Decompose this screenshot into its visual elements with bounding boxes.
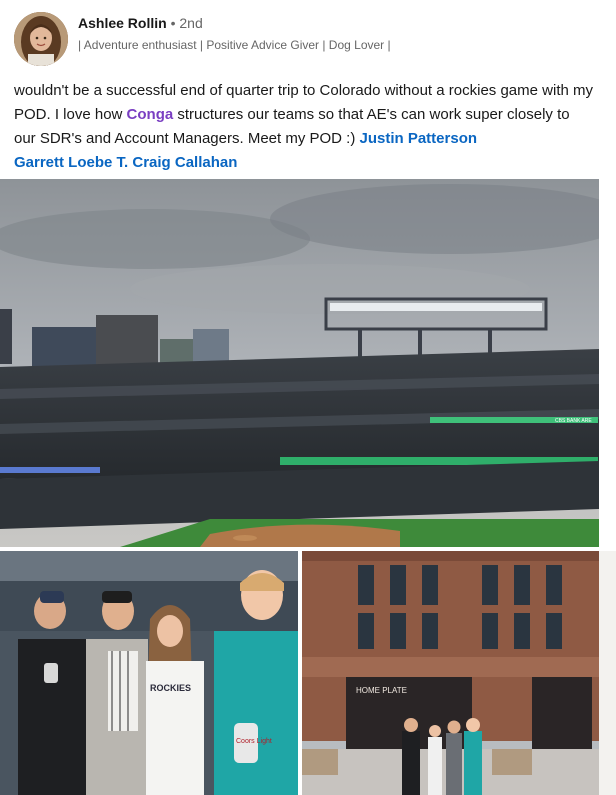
mention-garrett-loebe[interactable]: Garrett Loebe	[14, 154, 112, 171]
stadium-image[interactable]: CBS BANK ARE	[0, 179, 599, 547]
post-header: Ashlee Rollin • 2nd | Adventure enthusia…	[14, 10, 604, 68]
mention-t-craig-callahan[interactable]: T. Craig Callahan	[117, 154, 238, 171]
author-name[interactable]: Ashlee Rollin	[78, 15, 167, 31]
profile-photo-icon	[14, 12, 68, 66]
connection-degree: • 2nd	[170, 15, 203, 31]
ballpark-entrance-image[interactable]: HOME PLATE	[302, 551, 599, 795]
home-plate-sign: HOME PLATE	[356, 686, 407, 695]
friends-selfie-image[interactable]: ROCKIES Coors Light	[0, 551, 298, 795]
scoreboard-label: CBS BANK ARE	[555, 418, 592, 424]
author-name-row: Ashlee Rollin • 2nd	[78, 14, 203, 32]
mention-justin-patterson[interactable]: Justin Patterson	[360, 130, 478, 147]
stadium-photo-icon: CBS BANK ARE	[0, 179, 599, 547]
can-label: Coors Light	[236, 738, 272, 745]
friends-selfie-photo-icon: ROCKIES Coors Light	[0, 551, 298, 795]
scroll-gutter	[599, 551, 616, 795]
author-avatar[interactable]	[14, 12, 68, 66]
post-text: wouldn't be a successful end of quarter …	[14, 79, 594, 175]
author-headline: | Adventure enthusiast | Positive Advice…	[78, 38, 391, 52]
ballpark-entrance-photo-icon: HOME PLATE	[302, 551, 599, 795]
post-card: Ashlee Rollin • 2nd | Adventure enthusia…	[0, 0, 616, 795]
company-mention[interactable]: Conga	[127, 106, 174, 123]
jersey-label: ROCKIES	[150, 683, 191, 693]
